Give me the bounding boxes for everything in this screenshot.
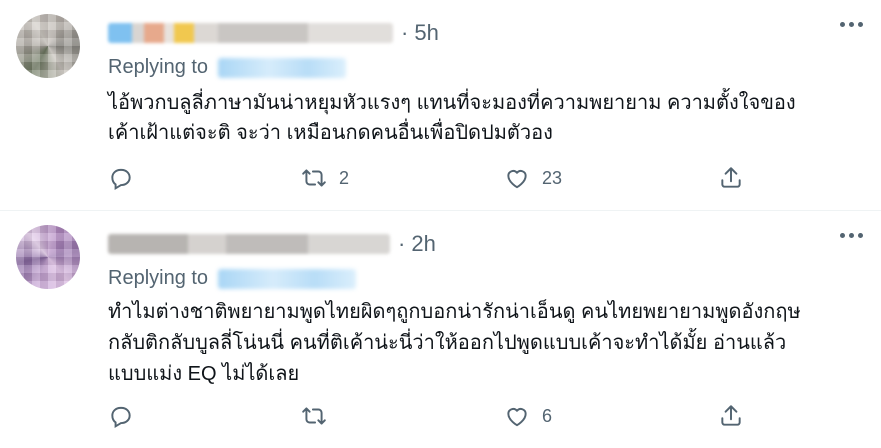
tweet-text-line: ทำไมต่างชาติพยายามพูดไทยผิดๆถูกบอกน่ารัก… — [108, 301, 801, 323]
reply-button[interactable] — [108, 401, 146, 431]
retweet-icon — [302, 407, 326, 425]
separator-dot: · — [398, 231, 406, 256]
retweet-button[interactable]: 2 — [301, 163, 349, 193]
reply-icon — [111, 168, 131, 191]
share-button[interactable] — [718, 401, 744, 431]
tweet-text-line: เค้าเฝ้าแต่จะติ จะว่า เหมือนกดคนอื่นเพื่… — [108, 122, 553, 144]
action-bar: 6 — [108, 401, 748, 431]
replying-to: Replying to — [108, 56, 347, 79]
share-icon — [721, 167, 741, 188]
timestamp[interactable]: 5h — [414, 20, 438, 46]
tweet-text-line: กลับติกลับบูลลี่โน่นนี่ คนที่ติเค้าน่ะนี… — [108, 332, 787, 354]
retweet-count: 2 — [339, 167, 350, 188]
more-icon[interactable] — [840, 233, 863, 238]
replying-to-label: Replying to — [108, 267, 209, 289]
share-icon — [721, 405, 741, 426]
like-icon — [507, 408, 527, 427]
avatar[interactable] — [16, 225, 80, 289]
blurred-display-name[interactable] — [108, 234, 390, 254]
tweet[interactable]: · 5h Replying to ไอ้พวกบลูลี่ภาษามันน่าห… — [0, 0, 881, 211]
replying-to-label: Replying to — [108, 56, 209, 78]
more-icon[interactable] — [840, 22, 863, 27]
retweet-icon — [302, 169, 326, 187]
blurred-handle-link[interactable] — [218, 268, 357, 289]
timestamp[interactable]: 2h — [411, 231, 435, 257]
like-icon — [507, 170, 527, 189]
reply-button[interactable] — [108, 163, 146, 193]
tweet-header: · 2h — [108, 231, 436, 257]
tweet-header: · 5h — [108, 20, 439, 46]
tweet-text: ทำไมต่างชาติพยายามพูดไทยผิดๆถูกบอกน่ารัก… — [108, 297, 858, 390]
action-bar: 2 23 — [108, 163, 748, 193]
tweet-text-line: แบบแม่ง EQ ไม่ได้เลย — [108, 363, 300, 385]
tweet-text-line: ไอ้พวกบลูลี่ภาษามันน่าหยุมหัวแรงๆ แทนที่… — [108, 92, 796, 114]
like-count: 6 — [542, 405, 553, 426]
like-count: 23 — [542, 167, 563, 188]
reply-icon — [111, 406, 131, 429]
tweet-text: ไอ้พวกบลูลี่ภาษามันน่าหยุมหัวแรงๆ แทนที่… — [108, 88, 858, 148]
blurred-handle-link[interactable] — [218, 57, 347, 78]
like-button[interactable]: 6 — [504, 401, 552, 431]
share-button[interactable] — [718, 163, 744, 193]
replying-to: Replying to — [108, 267, 357, 290]
like-button[interactable]: 23 — [504, 163, 562, 193]
retweet-button[interactable] — [301, 401, 339, 431]
blurred-display-name[interactable] — [108, 23, 393, 43]
avatar[interactable] — [16, 14, 80, 78]
tweet[interactable]: · 2h Replying to ทำไมต่างชาติพยายามพูดไท… — [0, 211, 881, 448]
separator-dot: · — [401, 20, 409, 45]
